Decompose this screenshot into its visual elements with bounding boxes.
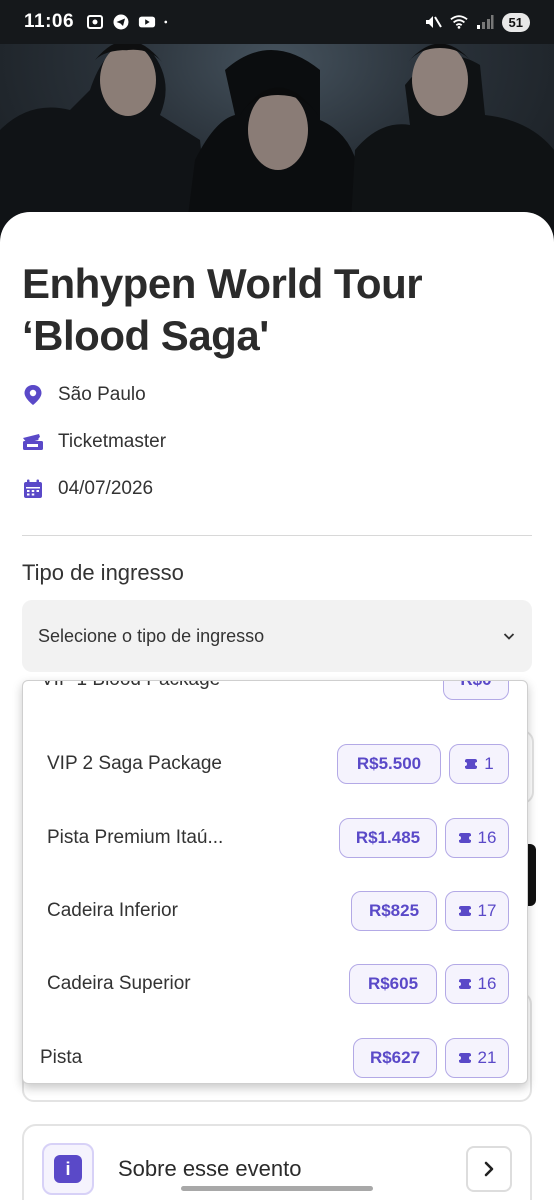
status-bar: 11:06 51: [0, 0, 554, 44]
info-icon: i: [42, 1143, 94, 1195]
event-hero-image: [0, 40, 554, 240]
ticket-option-price: R$1.485: [339, 818, 437, 858]
ticket-option-name: VIP 1 Blood Package: [41, 681, 220, 691]
ticket-type-label: Tipo de ingresso: [22, 560, 184, 585]
wifi-icon: [449, 15, 468, 29]
ticket-type-select[interactable]: Selecione o tipo de ingresso: [22, 600, 532, 672]
home-indicator[interactable]: [181, 1186, 373, 1191]
signal-icon: [476, 15, 494, 29]
ticket-option-price: R$5.500: [337, 744, 441, 784]
ticket-option-name: Pista: [40, 1047, 83, 1068]
ticket-option[interactable]: VIP 1 Blood Package R$0: [23, 681, 527, 705]
chevron-right-icon: [484, 1161, 494, 1177]
event-location: São Paulo: [58, 384, 146, 405]
ticket-count-icon: [457, 906, 472, 916]
notification-dot-icon: [164, 20, 168, 24]
telegram-icon: [113, 14, 129, 30]
ticket-type-dropdown[interactable]: VIP 1 Blood Package R$0 VIP 2 Saga Packa…: [22, 680, 528, 1084]
ticket-option-name: Cadeira Superior: [47, 973, 191, 994]
ticket-option-name: Cadeira Inferior: [47, 900, 178, 921]
event-ticketer: Ticketmaster: [58, 431, 167, 452]
event-details-sheet: Enhypen World Tour ‘Blood Saga' São Paul…: [0, 212, 554, 1200]
hero-figures: [0, 40, 554, 240]
ticket-option[interactable]: Cadeira Superior R$605 16: [23, 959, 527, 1009]
ticket-option-count: 1: [449, 744, 509, 784]
ticket-option-price: R$825: [351, 891, 437, 931]
ticket-option[interactable]: Pista Premium Itaú... R$1.485 16: [23, 813, 527, 863]
event-title: Enhypen World Tour ‘Blood Saga': [22, 260, 423, 359]
about-event-label: Sobre esse evento: [118, 1156, 302, 1181]
event-ticketer-row: Ticketmaster: [22, 431, 166, 453]
ticket-option-price: R$627: [353, 1038, 437, 1078]
ticket-count-icon: [464, 759, 479, 769]
screenshot-icon: [87, 15, 104, 29]
ticket-count-icon: [457, 979, 472, 989]
about-event-arrow-button[interactable]: [466, 1146, 512, 1192]
ticket-option-price: R$0: [443, 681, 509, 700]
mute-icon: [425, 16, 442, 28]
ticket-option[interactable]: Cadeira Inferior R$825 17: [23, 886, 527, 936]
ticket-option-count: 16: [445, 818, 509, 858]
ticket-option-count: 16: [445, 964, 509, 1004]
ticket-option-name: VIP 2 Saga Package: [47, 753, 222, 774]
ticket-option-count: 17: [445, 891, 509, 931]
section-divider: [22, 535, 532, 536]
ticket-icon: [22, 431, 44, 453]
ticket-option[interactable]: VIP 2 Saga Package R$5.500 1: [23, 739, 527, 789]
ticket-option-count: 21: [445, 1038, 509, 1078]
ticket-option-name: Pista Premium Itaú...: [47, 827, 224, 848]
event-date: 04/07/2026: [58, 478, 154, 499]
location-pin-icon: [22, 384, 44, 406]
youtube-icon: [138, 16, 156, 28]
ticket-option[interactable]: Pista R$627 21: [23, 1033, 527, 1083]
ticket-option-price: R$605: [349, 964, 437, 1004]
ticket-type-placeholder: Selecione o tipo de ingresso: [38, 625, 265, 646]
calendar-icon: [22, 478, 44, 500]
status-time: 11:06: [24, 11, 75, 32]
chevron-down-icon: [503, 633, 515, 640]
event-date-row: 04/07/2026: [22, 478, 153, 500]
ticket-count-icon: [457, 1053, 472, 1063]
battery-indicator: 51: [501, 12, 530, 32]
event-location-row: São Paulo: [22, 384, 146, 406]
ticket-count-icon: [457, 833, 472, 843]
